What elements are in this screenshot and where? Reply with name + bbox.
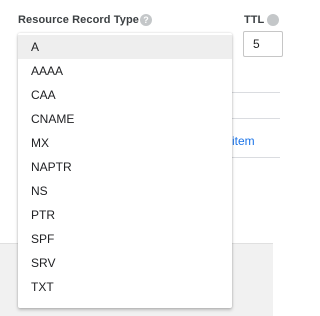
add-item-link[interactable]: item: [232, 134, 255, 148]
dropdown-option-aaaa[interactable]: AAAA: [18, 59, 232, 83]
field-divider: [230, 157, 280, 158]
record-type-dropdown[interactable]: A AAAA CAA CNAME MX NAPTR NS PTR SPF SRV TXT: [18, 33, 232, 308]
dropdown-option-spf[interactable]: SPF: [18, 227, 232, 251]
dropdown-option-cname[interactable]: CNAME: [18, 107, 232, 131]
record-type-options: A AAAA CAA CNAME MX NAPTR NS PTR SPF SRV TXT: [18, 33, 232, 299]
dropdown-option-mx[interactable]: MX: [18, 131, 232, 155]
ttl-label: TTL: [244, 14, 265, 26]
record-type-label: Resource Record Type: [18, 14, 140, 26]
dropdown-option-naptr[interactable]: NAPTR: [18, 155, 232, 179]
ttl-input[interactable]: 5: [243, 31, 283, 57]
dropdown-option-txt[interactable]: TXT: [18, 275, 232, 299]
field-divider: [230, 92, 280, 93]
help-icon[interactable]: ?: [140, 14, 152, 26]
dropdown-option-ns[interactable]: NS: [18, 179, 232, 203]
dropdown-option-a[interactable]: A: [18, 35, 232, 59]
dropdown-option-caa[interactable]: CAA: [18, 83, 232, 107]
ttl-help-icon[interactable]: [267, 14, 279, 26]
field-divider: [230, 118, 280, 119]
dropdown-option-srv[interactable]: SRV: [18, 251, 232, 275]
dropdown-option-ptr[interactable]: PTR: [18, 203, 232, 227]
